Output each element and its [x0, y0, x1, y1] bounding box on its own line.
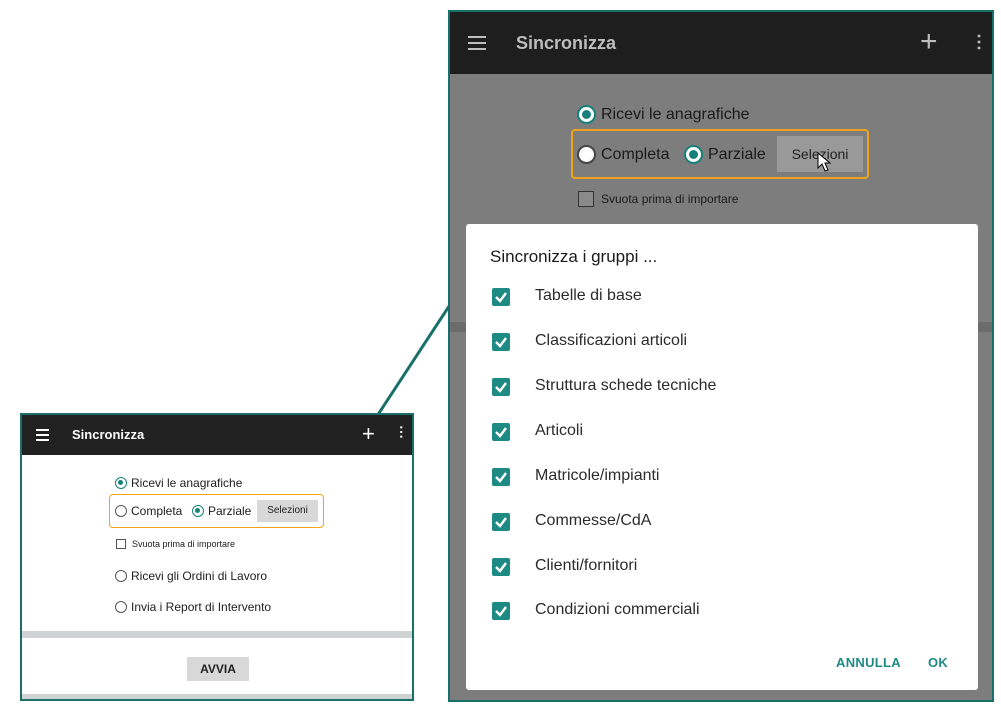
group-item[interactable]: Struttura schede tecniche: [492, 374, 972, 402]
group-item-label: Struttura schede tecniche: [535, 377, 717, 394]
cancel-button[interactable]: ANNULLA: [836, 655, 901, 670]
group-item-label: Tabelle di base: [535, 287, 642, 304]
radio-partial[interactable]: [684, 145, 703, 164]
radio-receive-registry[interactable]: [577, 105, 596, 124]
menu-icon[interactable]: [468, 36, 486, 54]
select-button[interactable]: Selezioni: [257, 500, 318, 522]
empty-before-import-checkbox[interactable]: [116, 539, 126, 549]
checkbox-checked-icon[interactable]: [492, 288, 510, 306]
group-item-label: Condizioni commerciali: [535, 601, 700, 618]
checkbox-checked-icon[interactable]: [492, 602, 510, 620]
group-item[interactable]: Clienti/fornitori: [492, 554, 972, 582]
checkbox-checked-icon[interactable]: [492, 378, 510, 396]
empty-before-import-label: Svuota prima di importare: [132, 539, 236, 549]
more-vert-icon[interactable]: ⋯: [394, 425, 410, 437]
radio-complete[interactable]: [577, 145, 596, 164]
small-screen: Sincronizza + ⋯ Ricevi le anagrafiche Co…: [20, 413, 414, 701]
group-item[interactable]: Classificazioni articoli: [492, 329, 972, 357]
large-screen: Sincronizza + ⋯ Ricevi le anagrafiche Co…: [448, 10, 994, 702]
checkbox-checked-icon[interactable]: [492, 333, 510, 351]
group-item[interactable]: Matricole/impianti: [492, 464, 972, 492]
group-item[interactable]: Commesse/CdA: [492, 509, 972, 537]
group-item[interactable]: Articoli: [492, 419, 972, 447]
group-item-label: Commesse/CdA: [535, 512, 652, 529]
divider: [22, 631, 412, 638]
cursor-icon: [817, 152, 831, 172]
radio-partial[interactable]: [192, 505, 204, 517]
complete-label: Completa: [601, 146, 670, 163]
partial-label: Parziale: [208, 504, 252, 518]
ok-button[interactable]: OK: [928, 655, 948, 670]
empty-before-import-checkbox[interactable]: [578, 191, 594, 207]
complete-label: Completa: [131, 504, 183, 518]
page-title: Sincronizza: [516, 33, 617, 53]
checkbox-checked-icon[interactable]: [492, 513, 510, 531]
receive-registry-label: Ricevi le anagrafiche: [131, 476, 243, 490]
radio-receive-registry[interactable]: [115, 477, 127, 489]
receive-work-orders-label: Ricevi gli Ordini di Lavoro: [131, 569, 268, 583]
partial-label: Parziale: [708, 146, 766, 163]
group-item-label: Matricole/impianti: [535, 467, 660, 484]
empty-before-import-label: Svuota prima di importare: [601, 192, 739, 206]
send-reports-label: Invia i Report di Intervento: [131, 600, 272, 614]
radio-complete[interactable]: [115, 505, 127, 517]
group-item[interactable]: Tabelle di base: [492, 284, 972, 312]
group-item-label: Articoli: [535, 422, 584, 439]
receive-registry-label: Ricevi le anagrafiche: [601, 106, 750, 123]
radio-send-reports[interactable]: [115, 601, 127, 613]
checkbox-checked-icon[interactable]: [492, 558, 510, 576]
group-item-label: Classificazioni articoli: [535, 332, 688, 349]
menu-icon[interactable]: [36, 429, 49, 444]
checkbox-checked-icon[interactable]: [492, 468, 510, 486]
group-item[interactable]: Condizioni commerciali: [492, 598, 972, 626]
radio-receive-work-orders[interactable]: [115, 570, 127, 582]
add-icon[interactable]: +: [920, 27, 938, 57]
page-title: Sincronizza: [72, 427, 145, 442]
more-vert-icon[interactable]: ⋯: [968, 33, 990, 48]
add-icon[interactable]: +: [362, 423, 375, 445]
group-item-label: Clienti/fornitori: [535, 557, 638, 574]
start-button[interactable]: AVVIA: [187, 657, 249, 681]
bottom-bar: [22, 694, 412, 699]
dialog-title: Sincronizza i gruppi ...: [490, 247, 658, 266]
sync-groups-dialog: Sincronizza i gruppi ... Tabelle di base…: [466, 224, 978, 690]
checkbox-checked-icon[interactable]: [492, 423, 510, 441]
